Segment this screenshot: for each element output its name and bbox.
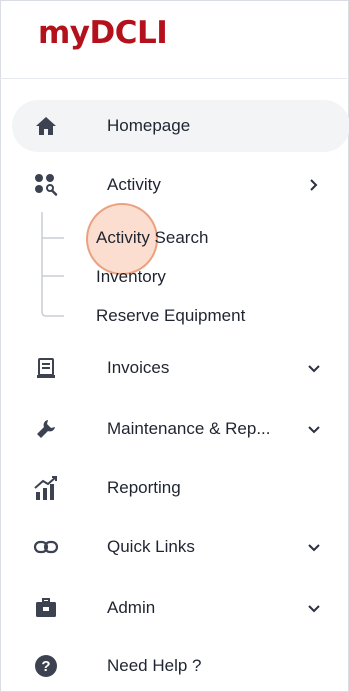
sidebar-item-maintenance[interactable]: Maintenance & Rep... (12, 403, 349, 455)
sidebar-item-label: Activity (107, 175, 161, 194)
sidebar-item-activity[interactable]: Activity (12, 159, 349, 211)
sidebar-item-label: Reporting (107, 478, 181, 497)
activity-search-icon (32, 171, 60, 199)
sidebar-item-label: Admin (107, 598, 156, 617)
mydcli-logo[interactable]: myDCLI (38, 18, 168, 49)
sidebar-item-label: Invoices (107, 358, 170, 377)
chevron-right-icon[interactable] (306, 177, 322, 193)
sidebar-item-homepage[interactable]: Homepage (12, 100, 349, 152)
chevron-down-icon[interactable] (306, 421, 322, 437)
invoice-icon (32, 354, 60, 382)
chevron-down-icon[interactable] (306, 360, 322, 376)
logo-area: myDCLI (0, 0, 347, 79)
submenu-item-reserve-equipment[interactable]: Reserve Equipment (96, 306, 245, 326)
sidebar-item-invoices[interactable]: Invoices (12, 342, 349, 394)
submenu-item-activity-search[interactable]: Activity Search (96, 228, 208, 248)
wrench-icon (32, 415, 60, 443)
link-icon (32, 533, 60, 561)
submenu-item-inventory[interactable]: Inventory (96, 267, 166, 287)
chart-icon (32, 474, 60, 502)
sidebar-item-admin[interactable]: Admin (12, 582, 349, 634)
sidebar-item-label: Quick Links (107, 537, 195, 556)
sidebar-item-quick-links[interactable]: Quick Links (12, 521, 349, 573)
chevron-down-icon[interactable] (306, 539, 322, 555)
help-icon: ? (32, 652, 60, 680)
sidebar-item-label: Need Help ? (107, 656, 202, 675)
sidebar-item-reporting[interactable]: Reporting (12, 462, 349, 514)
sidebar-item-label: Maintenance & Rep... (107, 419, 271, 438)
submenu-tree-lines (41, 212, 64, 317)
briefcase-icon (32, 594, 60, 622)
sidebar-item-help[interactable]: ? Need Help ? (12, 640, 349, 692)
sidebar-item-label: Homepage (107, 116, 191, 135)
home-icon (32, 112, 60, 140)
chevron-down-icon[interactable] (306, 600, 322, 616)
svg-text:?: ? (41, 658, 50, 675)
